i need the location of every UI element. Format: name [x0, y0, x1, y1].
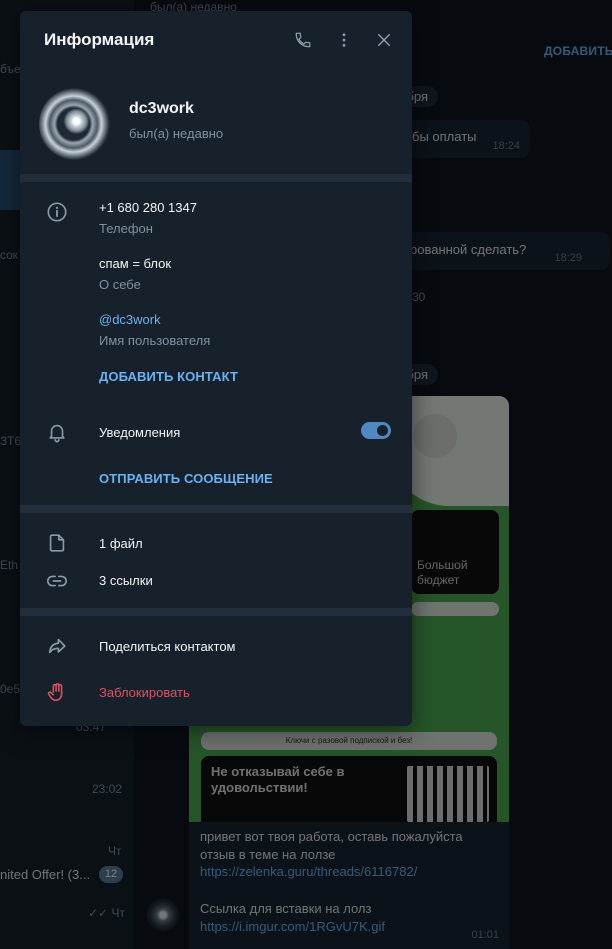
phone-value[interactable]: +1 680 280 1347 — [99, 200, 197, 215]
more-vertical-icon — [342, 33, 346, 47]
share-icon — [46, 635, 68, 657]
username-label: Имя пользователя — [99, 333, 211, 348]
section-divider — [20, 174, 412, 182]
file-icon — [46, 532, 68, 554]
bell-icon — [46, 421, 68, 443]
username-value[interactable]: @dc3work — [99, 312, 161, 327]
profile-avatar[interactable] — [39, 88, 111, 160]
close-icon — [378, 34, 390, 46]
more-button[interactable] — [330, 26, 358, 54]
phone-icon — [295, 32, 311, 48]
bio-value: спам = блок — [99, 256, 172, 271]
call-button[interactable] — [289, 26, 317, 54]
phone-label: Телефон — [99, 221, 153, 236]
links-item[interactable]: 3 ссылки — [99, 573, 153, 588]
screen: бъе сок ЗТ6 Eth 0e5 03:47 23:02 Чт nited… — [0, 0, 612, 949]
block-item[interactable]: Заблокировать — [99, 685, 190, 700]
panel-header: Информация — [20, 11, 412, 69]
add-contact-button[interactable]: ДОБАВИТЬ КОНТАКТ — [99, 369, 238, 384]
send-message-button[interactable]: ОТПРАВИТЬ СООБЩЕНИЕ — [99, 471, 273, 486]
profile-status: был(а) недавно — [129, 126, 224, 141]
files-item[interactable]: 1 файл — [99, 536, 143, 551]
notifications-toggle[interactable] — [361, 422, 391, 439]
info-icon — [46, 201, 68, 223]
profile-name: dc3work — [129, 100, 194, 117]
section-divider — [20, 608, 412, 616]
user-info-panel: Информация dc3work был(а) недавно +1 680… — [20, 11, 412, 726]
link-icon — [46, 570, 68, 592]
notifications-label: Уведомления — [99, 425, 181, 440]
panel-title: Информация — [44, 30, 155, 49]
section-divider — [20, 505, 412, 513]
hand-icon — [46, 681, 68, 703]
bio-label: О себе — [99, 277, 141, 292]
close-button[interactable] — [370, 26, 398, 54]
share-contact-item[interactable]: Поделиться контактом — [99, 639, 236, 654]
